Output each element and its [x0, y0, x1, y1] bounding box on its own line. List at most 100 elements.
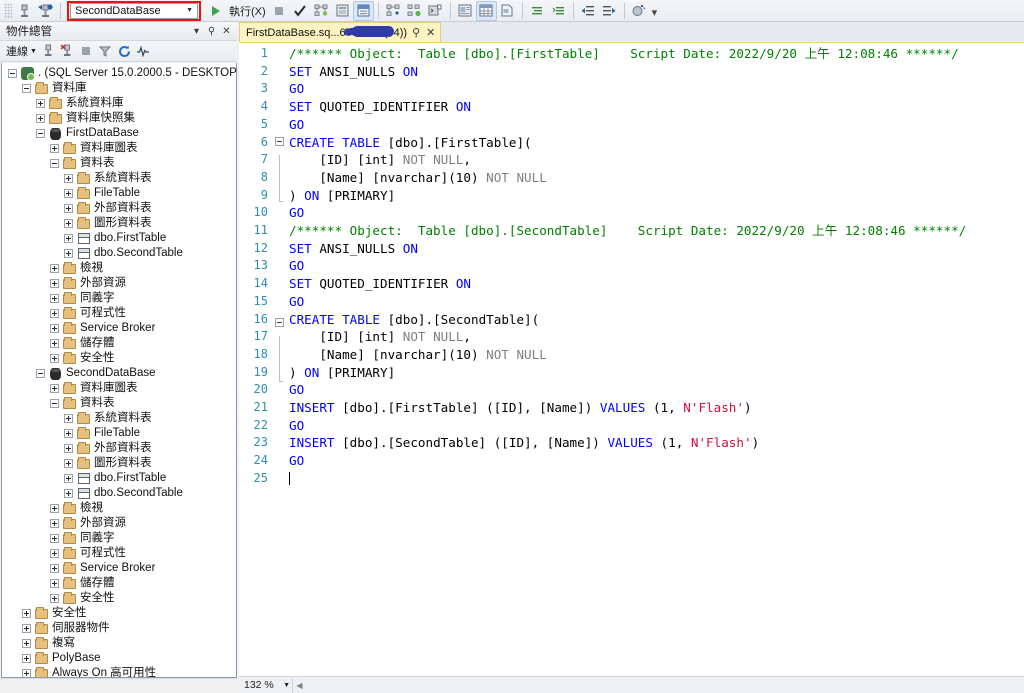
- include-actual-execution-plan-icon[interactable]: [352, 0, 374, 21]
- expand-icon[interactable]: [50, 579, 59, 588]
- code-line[interactable]: [Name] [nvarchar](10) NOT NULL: [289, 346, 1024, 364]
- tree-node[interactable]: 可程式性: [2, 306, 236, 321]
- toolbar-overflow-button[interactable]: ▾: [652, 6, 658, 21]
- specify-values-for-template-parameters-icon[interactable]: [629, 1, 650, 21]
- tree-node[interactable]: 檢視: [2, 501, 236, 516]
- tree-node[interactable]: 安全性: [2, 591, 236, 606]
- execute-button-label[interactable]: 執行(X): [226, 3, 269, 19]
- expand-icon[interactable]: [50, 144, 59, 153]
- expand-icon[interactable]: [50, 504, 59, 513]
- expand-icon[interactable]: [50, 594, 59, 603]
- auto-hide-pin-icon[interactable]: ⚲: [204, 26, 219, 37]
- tree-node[interactable]: 資料庫圖表: [2, 141, 236, 156]
- collapse-icon[interactable]: [36, 129, 45, 138]
- tree-node[interactable]: 資料表: [2, 156, 236, 171]
- code-line[interactable]: SET ANSI_NULLS ON: [289, 240, 1024, 258]
- code-line[interactable]: GO: [289, 257, 1024, 275]
- tree-node[interactable]: 外部資源: [2, 276, 236, 291]
- collapse-icon[interactable]: [50, 399, 59, 408]
- code-line[interactable]: [289, 470, 1024, 488]
- code-line[interactable]: ) ON [PRIMARY]: [289, 364, 1024, 382]
- code-line[interactable]: GO: [289, 80, 1024, 98]
- expand-icon[interactable]: [22, 609, 31, 618]
- editor-hscrollbar[interactable]: ◀: [293, 677, 1024, 693]
- expand-icon[interactable]: [36, 114, 45, 123]
- collapse-icon[interactable]: [8, 69, 17, 78]
- new-query-icon[interactable]: [35, 1, 56, 21]
- tree-node[interactable]: Service Broker: [2, 561, 236, 576]
- include-live-query-statistics-icon[interactable]: [383, 1, 404, 21]
- tree-node[interactable]: PolyBase: [2, 651, 236, 666]
- code-line[interactable]: CREATE TABLE [dbo].[FirstTable](: [289, 134, 1024, 152]
- expand-icon[interactable]: [50, 384, 59, 393]
- tree-node[interactable]: FirstDataBase: [2, 126, 236, 141]
- expand-icon[interactable]: [64, 174, 73, 183]
- tree-node[interactable]: 資料表: [2, 396, 236, 411]
- code-line[interactable]: GO: [289, 293, 1024, 311]
- tree-node[interactable]: 儲存體: [2, 336, 236, 351]
- tree-node[interactable]: FileTable: [2, 186, 236, 201]
- connect-object-explorer-icon[interactable]: [14, 1, 35, 21]
- tree-node[interactable]: 資料庫快照集: [2, 111, 236, 126]
- expand-icon[interactable]: [64, 219, 73, 228]
- sql-code-content[interactable]: /****** Object: Table [dbo].[FirstTable]…: [286, 43, 1024, 676]
- tree-node[interactable]: 伺服器物件: [2, 621, 236, 636]
- code-line[interactable]: GO: [289, 204, 1024, 222]
- expand-icon[interactable]: [64, 444, 73, 453]
- connect-icon[interactable]: [39, 42, 58, 60]
- code-line[interactable]: SET QUOTED_IDENTIFIER ON: [289, 98, 1024, 116]
- code-line[interactable]: GO: [289, 116, 1024, 134]
- tree-node[interactable]: 可程式性: [2, 546, 236, 561]
- tree-node[interactable]: 系統資料庫: [2, 96, 236, 111]
- zoom-level-combo[interactable]: 132 % ▼: [241, 677, 293, 693]
- stop-icon[interactable]: [269, 1, 290, 21]
- expand-icon[interactable]: [64, 234, 73, 243]
- tree-node[interactable]: 外部資料表: [2, 441, 236, 456]
- code-line[interactable]: SET ANSI_NULLS ON: [289, 63, 1024, 81]
- expand-icon[interactable]: [50, 519, 59, 528]
- tree-node[interactable]: dbo.SecondTable: [2, 486, 236, 501]
- code-editor[interactable]: 1 2 3 4 5 6 7 8 9 10 11 12 13 14 15 16 17 18 19 20 21 22 23 24 2…: [239, 43, 1024, 676]
- connect-button[interactable]: 連線 ▼: [4, 43, 39, 59]
- tree-node[interactable]: Always On 高可用性: [2, 666, 236, 677]
- tree-node[interactable]: 安全性: [2, 606, 236, 621]
- expand-icon[interactable]: [50, 564, 59, 573]
- expand-icon[interactable]: [50, 354, 59, 363]
- expand-icon[interactable]: [50, 294, 59, 303]
- expand-icon[interactable]: [50, 549, 59, 558]
- expand-icon[interactable]: [50, 279, 59, 288]
- expand-icon[interactable]: [22, 654, 31, 663]
- tree-node[interactable]: FileTable: [2, 426, 236, 441]
- tree-node[interactable]: 儲存體: [2, 576, 236, 591]
- tree-node[interactable]: 系統資料表: [2, 171, 236, 186]
- tree-node[interactable]: 圖形資料表: [2, 456, 236, 471]
- stop-icon[interactable]: [77, 42, 96, 60]
- expand-icon[interactable]: [64, 489, 73, 498]
- database-combo[interactable]: SecondDataBase ▼: [70, 2, 198, 19]
- tree-node[interactable]: 外部資料表: [2, 201, 236, 216]
- uncomment-lines-icon[interactable]: [548, 1, 569, 21]
- display-estimated-execution-plan-icon[interactable]: [311, 1, 332, 21]
- expand-icon[interactable]: [64, 429, 73, 438]
- disconnect-icon[interactable]: [58, 42, 77, 60]
- refresh-icon[interactable]: [115, 42, 134, 60]
- expand-icon[interactable]: [22, 669, 31, 677]
- code-line[interactable]: GO: [289, 381, 1024, 399]
- tree-node[interactable]: 複寫: [2, 636, 236, 651]
- sqlcmd-mode-icon[interactable]: [425, 1, 446, 21]
- expand-icon[interactable]: [64, 414, 73, 423]
- expand-icon[interactable]: [50, 264, 59, 273]
- code-line[interactable]: [ID] [int] NOT NULL,: [289, 151, 1024, 169]
- results-to-file-icon[interactable]: [497, 1, 518, 21]
- code-line[interactable]: CREATE TABLE [dbo].[SecondTable](: [289, 311, 1024, 329]
- expand-icon[interactable]: [50, 324, 59, 333]
- tree-node[interactable]: . (SQL Server 15.0.2000.5 - DESKTOP-P6TI…: [2, 66, 236, 81]
- expand-icon[interactable]: [50, 339, 59, 348]
- expand-icon[interactable]: [64, 204, 73, 213]
- code-line[interactable]: ) ON [PRIMARY]: [289, 187, 1024, 205]
- expand-icon[interactable]: [50, 534, 59, 543]
- tree-node[interactable]: dbo.SecondTable: [2, 246, 236, 261]
- chevron-down-icon[interactable]: ▾: [189, 26, 204, 37]
- expand-icon[interactable]: [64, 189, 73, 198]
- tree-node[interactable]: 檢視: [2, 261, 236, 276]
